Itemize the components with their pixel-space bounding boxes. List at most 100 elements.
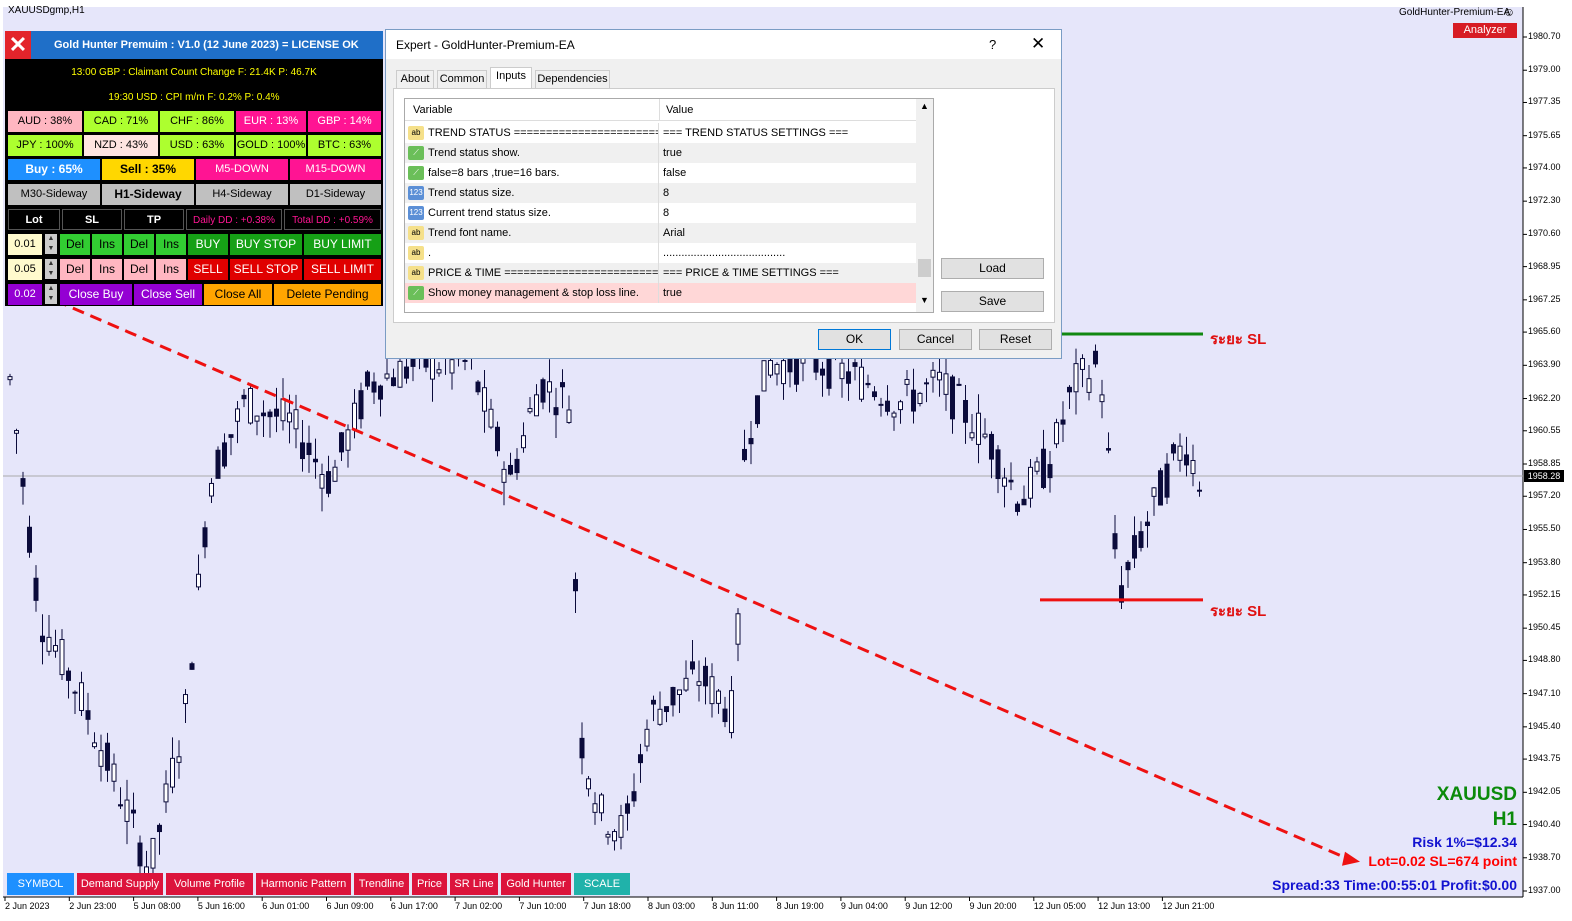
column-variable[interactable]: Variable <box>413 104 453 116</box>
lot-input-2[interactable]: 0.05 <box>8 259 42 280</box>
close-icon[interactable]: ✕ <box>1031 34 1045 54</box>
candle-body <box>352 402 357 430</box>
input-variable: false=8 bars ,true=16 bars. <box>428 167 560 179</box>
ok-button[interactable]: OK <box>818 329 891 350</box>
strength-btc: BTC : 63% <box>308 135 381 156</box>
candle-body <box>248 387 253 424</box>
input-value[interactable]: === TREND STATUS SETTINGS === <box>659 123 917 143</box>
close-icon[interactable]: ✕ <box>5 31 31 59</box>
scroll-down-icon[interactable]: ▼ <box>918 295 931 308</box>
input-row[interactable]: ab TREND STATUS ======================== =… <box>405 123 917 143</box>
reset-button[interactable]: Reset <box>979 329 1052 350</box>
input-variable: Show money management & stop loss line. <box>428 287 639 299</box>
help-icon[interactable]: ? <box>989 37 996 52</box>
toolbar-button-sr-line[interactable]: SR Line <box>450 873 498 895</box>
buy-button[interactable]: BUY <box>188 234 228 255</box>
input-row[interactable]: 123 Trend status size. 8 <box>405 183 917 203</box>
input-value[interactable]: false <box>659 163 917 183</box>
close-all-button[interactable]: Close All <box>204 284 272 305</box>
tab-about[interactable]: About <box>396 70 434 89</box>
grid-scrollbar[interactable]: ▲ ▼ <box>916 99 933 312</box>
lot-input-3[interactable]: 0.02 <box>8 284 42 305</box>
tp-del-button[interactable]: Del <box>124 259 154 280</box>
close-buy-button[interactable]: Close Buy <box>60 284 132 305</box>
sell-button[interactable]: SELL <box>188 259 228 280</box>
input-row[interactable]: 123 Current trend status size. 8 <box>405 203 917 223</box>
input-value[interactable]: true <box>659 283 917 303</box>
input-variable: Trend status size. <box>428 187 515 199</box>
sell-stop-button[interactable]: SELL STOP <box>230 259 302 280</box>
candle-body <box>436 369 442 374</box>
candle-body <box>14 430 19 434</box>
tp-del-button[interactable]: Del <box>124 234 154 255</box>
input-row[interactable]: ⟋ false=8 bars ,true=16 bars. false <box>405 163 917 183</box>
toolbar-button-trendline[interactable]: Trendline <box>354 873 409 895</box>
input-row[interactable]: ⟋ Show money management & stop loss line.… <box>405 283 917 303</box>
input-value[interactable]: 8 <box>659 183 917 203</box>
candle-body <box>371 381 377 393</box>
tab-dependencies[interactable]: Dependencies <box>535 70 610 89</box>
toolbar-button-price[interactable]: Price <box>412 873 447 895</box>
toolbar-button-symbol[interactable]: SYMBOL <box>7 873 74 895</box>
buy-limit-button[interactable]: BUY LIMIT <box>304 234 381 255</box>
scroll-thumb[interactable] <box>918 259 931 277</box>
sell-limit-button[interactable]: SELL LIMIT <box>304 259 381 280</box>
lot-spinner-2[interactable]: ▲ ▼ <box>45 259 57 279</box>
candle-body <box>514 458 520 474</box>
input-row[interactable]: ab PRICE & TIME ======================== =… <box>405 263 917 283</box>
inputs-grid[interactable]: Variable Value ab TREND STATUS ==========… <box>404 98 934 313</box>
tp-ins-button[interactable]: Ins <box>156 234 186 255</box>
time-tick-label: 8 Jun 11:00 <box>712 901 759 911</box>
tab-common[interactable]: Common <box>437 70 487 89</box>
input-value[interactable]: Arial <box>659 223 917 243</box>
toolbar-button-demand-supply[interactable]: Demand Supply <box>77 873 163 895</box>
input-value[interactable]: === PRICE & TIME SETTINGS === <box>659 263 917 283</box>
dialog-titlebar[interactable]: Expert - GoldHunter-Premium-EA ? ✕ <box>386 30 1061 59</box>
input-value[interactable]: true <box>659 143 917 163</box>
sl-ins-button[interactable]: Ins <box>92 234 122 255</box>
scroll-up-icon[interactable]: ▲ <box>918 101 931 114</box>
candle-body <box>157 824 162 833</box>
price-tick-label: 1943.75 <box>1528 753 1561 764</box>
input-value[interactable]: ........................................ <box>659 243 917 263</box>
tp-ins-button[interactable]: Ins <box>156 259 186 280</box>
sl-del-button[interactable]: Del <box>60 234 90 255</box>
buy-stop-button[interactable]: BUY STOP <box>230 234 302 255</box>
input-row[interactable]: ⟋ Trend status show. true <box>405 143 917 163</box>
price-tick-label: 1952.15 <box>1528 588 1561 599</box>
lot-spinner-3[interactable]: ▲ ▼ <box>45 284 57 304</box>
price-tick-label: 1965.60 <box>1528 326 1561 337</box>
candle-body <box>488 408 494 428</box>
lot-spinner-1[interactable]: ▲ ▼ <box>45 234 57 254</box>
save-button[interactable]: Save <box>941 291 1044 312</box>
delete-pending-button[interactable]: Delete Pending <box>274 284 381 305</box>
panel-title: Gold Hunter Premuim : V1.0 (12 June 2023… <box>8 31 383 59</box>
analyzer-button[interactable]: Analyzer <box>1453 23 1517 38</box>
sl-del-button[interactable]: Del <box>60 259 90 280</box>
ea-name-label: GoldHunter-Premium-EA <box>1399 7 1511 18</box>
candle-body <box>1047 464 1053 479</box>
load-button[interactable]: Load <box>941 258 1044 279</box>
close-sell-button[interactable]: Close Sell <box>134 284 202 305</box>
input-value[interactable]: 8 <box>659 203 917 223</box>
toolbar-button-volume-profile[interactable]: Volume Profile <box>166 873 253 895</box>
toolbar-button-gold-hunter[interactable]: Gold Hunter <box>501 873 571 895</box>
cancel-button[interactable]: Cancel <box>899 329 972 350</box>
candle-body <box>384 373 390 379</box>
m5-trend: M5-DOWN <box>196 159 288 180</box>
candle-body <box>1099 394 1105 403</box>
candle-body <box>1086 378 1092 393</box>
column-value[interactable]: Value <box>666 104 693 116</box>
input-row[interactable]: ab......................................… <box>405 243 917 263</box>
sl-ins-button[interactable]: Ins <box>92 259 122 280</box>
tab-inputs[interactable]: Inputs <box>490 67 532 89</box>
lot-input-1[interactable]: 0.01 <box>8 234 42 255</box>
price-tick-label: 1950.45 <box>1528 622 1561 633</box>
toolbar-button-scale[interactable]: SCALE <box>574 873 630 895</box>
strength-eur: EUR : 13% <box>236 111 306 132</box>
input-row[interactable]: ab Trend font name. Arial <box>405 223 917 243</box>
toolbar-button-harmonic-pattern[interactable]: Harmonic Pattern <box>256 873 351 895</box>
candle-body <box>261 412 266 417</box>
candle-body <box>183 694 188 705</box>
candle-body <box>683 677 689 691</box>
